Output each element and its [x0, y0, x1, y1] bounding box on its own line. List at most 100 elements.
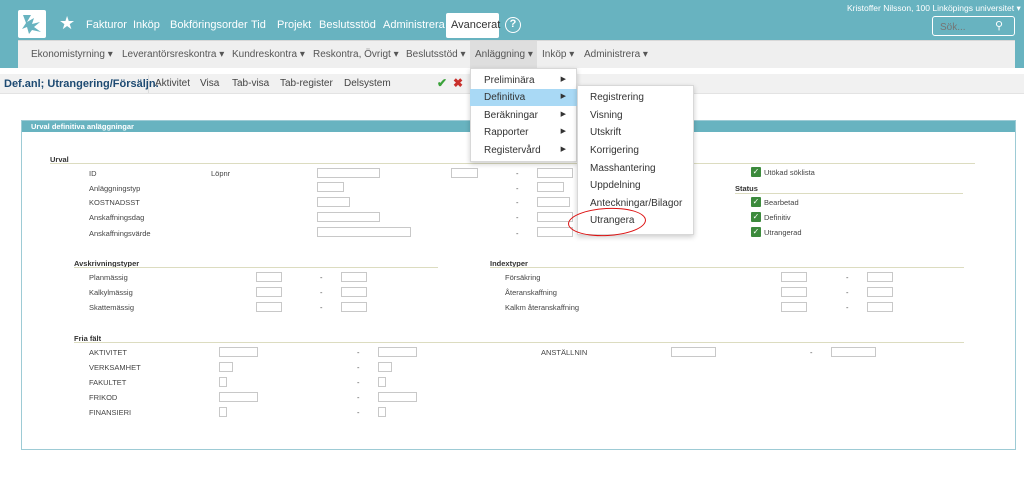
planmassig-to-input[interactable] [341, 272, 367, 282]
field-label-anlaggningstyp: Anläggningstyp [89, 184, 141, 193]
forsakring-to-input[interactable] [867, 272, 893, 282]
subnav-kundreskontra[interactable]: Kundreskontra ▾ [232, 49, 305, 60]
toolbar-tab-visa[interactable]: Tab-visa [232, 78, 269, 89]
menu-item-definitiva[interactable]: Definitiva ▶ [470, 89, 577, 106]
finansieri-to-input[interactable] [378, 407, 386, 417]
topnav-avancerat[interactable]: Avancerat [446, 13, 500, 38]
topnav-beslutsstod[interactable]: Beslutsstöd [319, 19, 376, 31]
utokad-soklista-checkbox[interactable]: ✓ [751, 167, 761, 177]
status-utrangerad-checkbox[interactable]: ✓ [751, 227, 761, 237]
submenu-item-uppdelning[interactable]: Uppdelning [590, 180, 641, 191]
menu-item-preliminara[interactable]: Preliminära ▶ [470, 72, 577, 89]
help-icon[interactable]: ? [505, 17, 521, 33]
aktivitet-from-input[interactable] [219, 347, 258, 357]
kalkylmassig-to-input[interactable] [341, 287, 367, 297]
section-divider [74, 342, 964, 343]
topnav-inkop[interactable]: Inköp [133, 19, 160, 31]
toolbar-visa[interactable]: Visa [200, 78, 219, 89]
anstallnin-from-input[interactable] [671, 347, 716, 357]
ateranskaffning-from-input[interactable] [781, 287, 807, 297]
subnav-inkop[interactable]: Inköp ▾ [542, 49, 574, 60]
skattemassig-to-input[interactable] [341, 302, 367, 312]
field-label-fakultet: FAKULTET [89, 378, 127, 387]
range-dash: - [516, 229, 519, 238]
verksamhet-to-input[interactable] [378, 362, 392, 372]
menu-item-berakningar[interactable]: Beräkningar ▶ [470, 107, 577, 124]
forsakring-from-input[interactable] [781, 272, 807, 282]
field-label-anskaffningsdag: Anskaffningsdag [89, 213, 145, 222]
planmassig-from-input[interactable] [256, 272, 282, 282]
close-icon[interactable]: ✖ [453, 76, 463, 90]
frikod-from-input[interactable] [219, 392, 258, 402]
aktivitet-to-input[interactable] [378, 347, 417, 357]
kalkylmassig-from-input[interactable] [256, 287, 282, 297]
submenu-item-masshantering[interactable]: Masshantering [590, 163, 656, 174]
topnav-projekt[interactable]: Projekt [277, 19, 311, 31]
status-definitiv-label: Definitiv [764, 213, 791, 222]
id-to-input[interactable] [537, 168, 573, 178]
app-logo-icon[interactable] [18, 10, 46, 38]
field-label-anstallnin: ANSTÄLLNIN [541, 348, 588, 357]
range-dash: - [516, 184, 519, 193]
topnav-fakturor[interactable]: Fakturor [86, 19, 127, 31]
lopnr-input[interactable] [451, 168, 478, 178]
finansieri-from-input[interactable] [219, 407, 227, 417]
kalkm-ateranskaffning-to-input[interactable] [867, 302, 893, 312]
section-divider [50, 163, 975, 164]
search-icon[interactable]: ⚲ [995, 19, 1003, 32]
kalkm-ateranskaffning-from-input[interactable] [781, 302, 807, 312]
subnav-anlaggning[interactable]: Anläggning ▾ [470, 41, 537, 68]
field-label-aktivitet: AKTIVITET [89, 348, 127, 357]
anskaffningsvarde-from-input[interactable] [317, 227, 411, 237]
id-from-input[interactable] [317, 168, 380, 178]
field-label-kalkm-ateranskaffning: Kalkm återanskaffning [505, 303, 580, 312]
subnav-administrera[interactable]: Administrera ▾ [584, 49, 648, 60]
range-dash: - [357, 408, 360, 417]
ateranskaffning-to-input[interactable] [867, 287, 893, 297]
anskaffningsvarde-to-input[interactable] [537, 227, 573, 237]
fakultet-from-input[interactable] [219, 377, 227, 387]
kostnadsst-to-input[interactable] [537, 197, 570, 207]
topnav-tid[interactable]: Tid [251, 19, 266, 31]
menu-item-registervard[interactable]: Registervård ▶ [470, 142, 577, 159]
menu-item-label: Definitiva [484, 92, 526, 103]
submenu-item-korrigering[interactable]: Korrigering [590, 145, 639, 156]
subnav-ekonomistyrning[interactable]: Ekonomistyrning ▾ [31, 49, 113, 60]
toolbar-tab-register[interactable]: Tab-register [280, 78, 333, 89]
subnav-leverantorsreskontra[interactable]: Leverantörsreskontra ▾ [122, 49, 224, 60]
status-utrangerad-label: Utrangerad [764, 228, 802, 237]
menu-item-rapporter[interactable]: Rapporter ▶ [470, 124, 577, 141]
status-bearbetad-checkbox[interactable]: ✓ [751, 197, 761, 207]
range-dash: - [320, 303, 323, 312]
submenu-item-utskrift[interactable]: Utskrift [590, 127, 621, 138]
range-dash: - [320, 273, 323, 282]
topnav-administrera[interactable]: Administrera [383, 19, 445, 31]
submenu-item-visning[interactable]: Visning [590, 110, 623, 121]
anlaggningstyp-from-input[interactable] [317, 182, 344, 192]
frikod-to-input[interactable] [378, 392, 417, 402]
favorites-star-icon[interactable]: ★ [59, 13, 75, 34]
toolbar-aktivitet[interactable]: Aktivitet [155, 78, 190, 89]
toolbar-divider [148, 75, 149, 93]
menu-item-label: Preliminära [484, 75, 535, 86]
range-dash: - [810, 348, 813, 357]
anlaggningstyp-to-input[interactable] [537, 182, 564, 192]
subnav-reskontra-ovrigt[interactable]: Reskontra, Övrigt ▾ [313, 49, 399, 60]
anskaffningsdag-from-input[interactable] [317, 212, 380, 222]
check-icon[interactable]: ✔ [437, 76, 447, 90]
toolbar-delsystem[interactable]: Delsystem [344, 78, 391, 89]
skattemassig-from-input[interactable] [256, 302, 282, 312]
topnav-bokforingsorder[interactable]: Bokföringsorder [170, 19, 248, 31]
field-label-ateranskaffning: Återanskaffning [505, 288, 557, 297]
kostnadsst-from-input[interactable] [317, 197, 350, 207]
subnav-beslutsstod[interactable]: Beslutsstöd ▾ [406, 49, 466, 60]
verksamhet-from-input[interactable] [219, 362, 233, 372]
range-dash: - [516, 213, 519, 222]
submenu-item-registrering[interactable]: Registrering [590, 92, 644, 103]
user-menu[interactable]: Kristoffer Nilsson, 100 Linköpings unive… [847, 3, 1021, 14]
anstallnin-to-input[interactable] [831, 347, 876, 357]
fakultet-to-input[interactable] [378, 377, 386, 387]
status-definitiv-checkbox[interactable]: ✓ [751, 212, 761, 222]
range-dash: - [357, 348, 360, 357]
field-label-kalkylmassig: Kalkylmässig [89, 288, 133, 297]
